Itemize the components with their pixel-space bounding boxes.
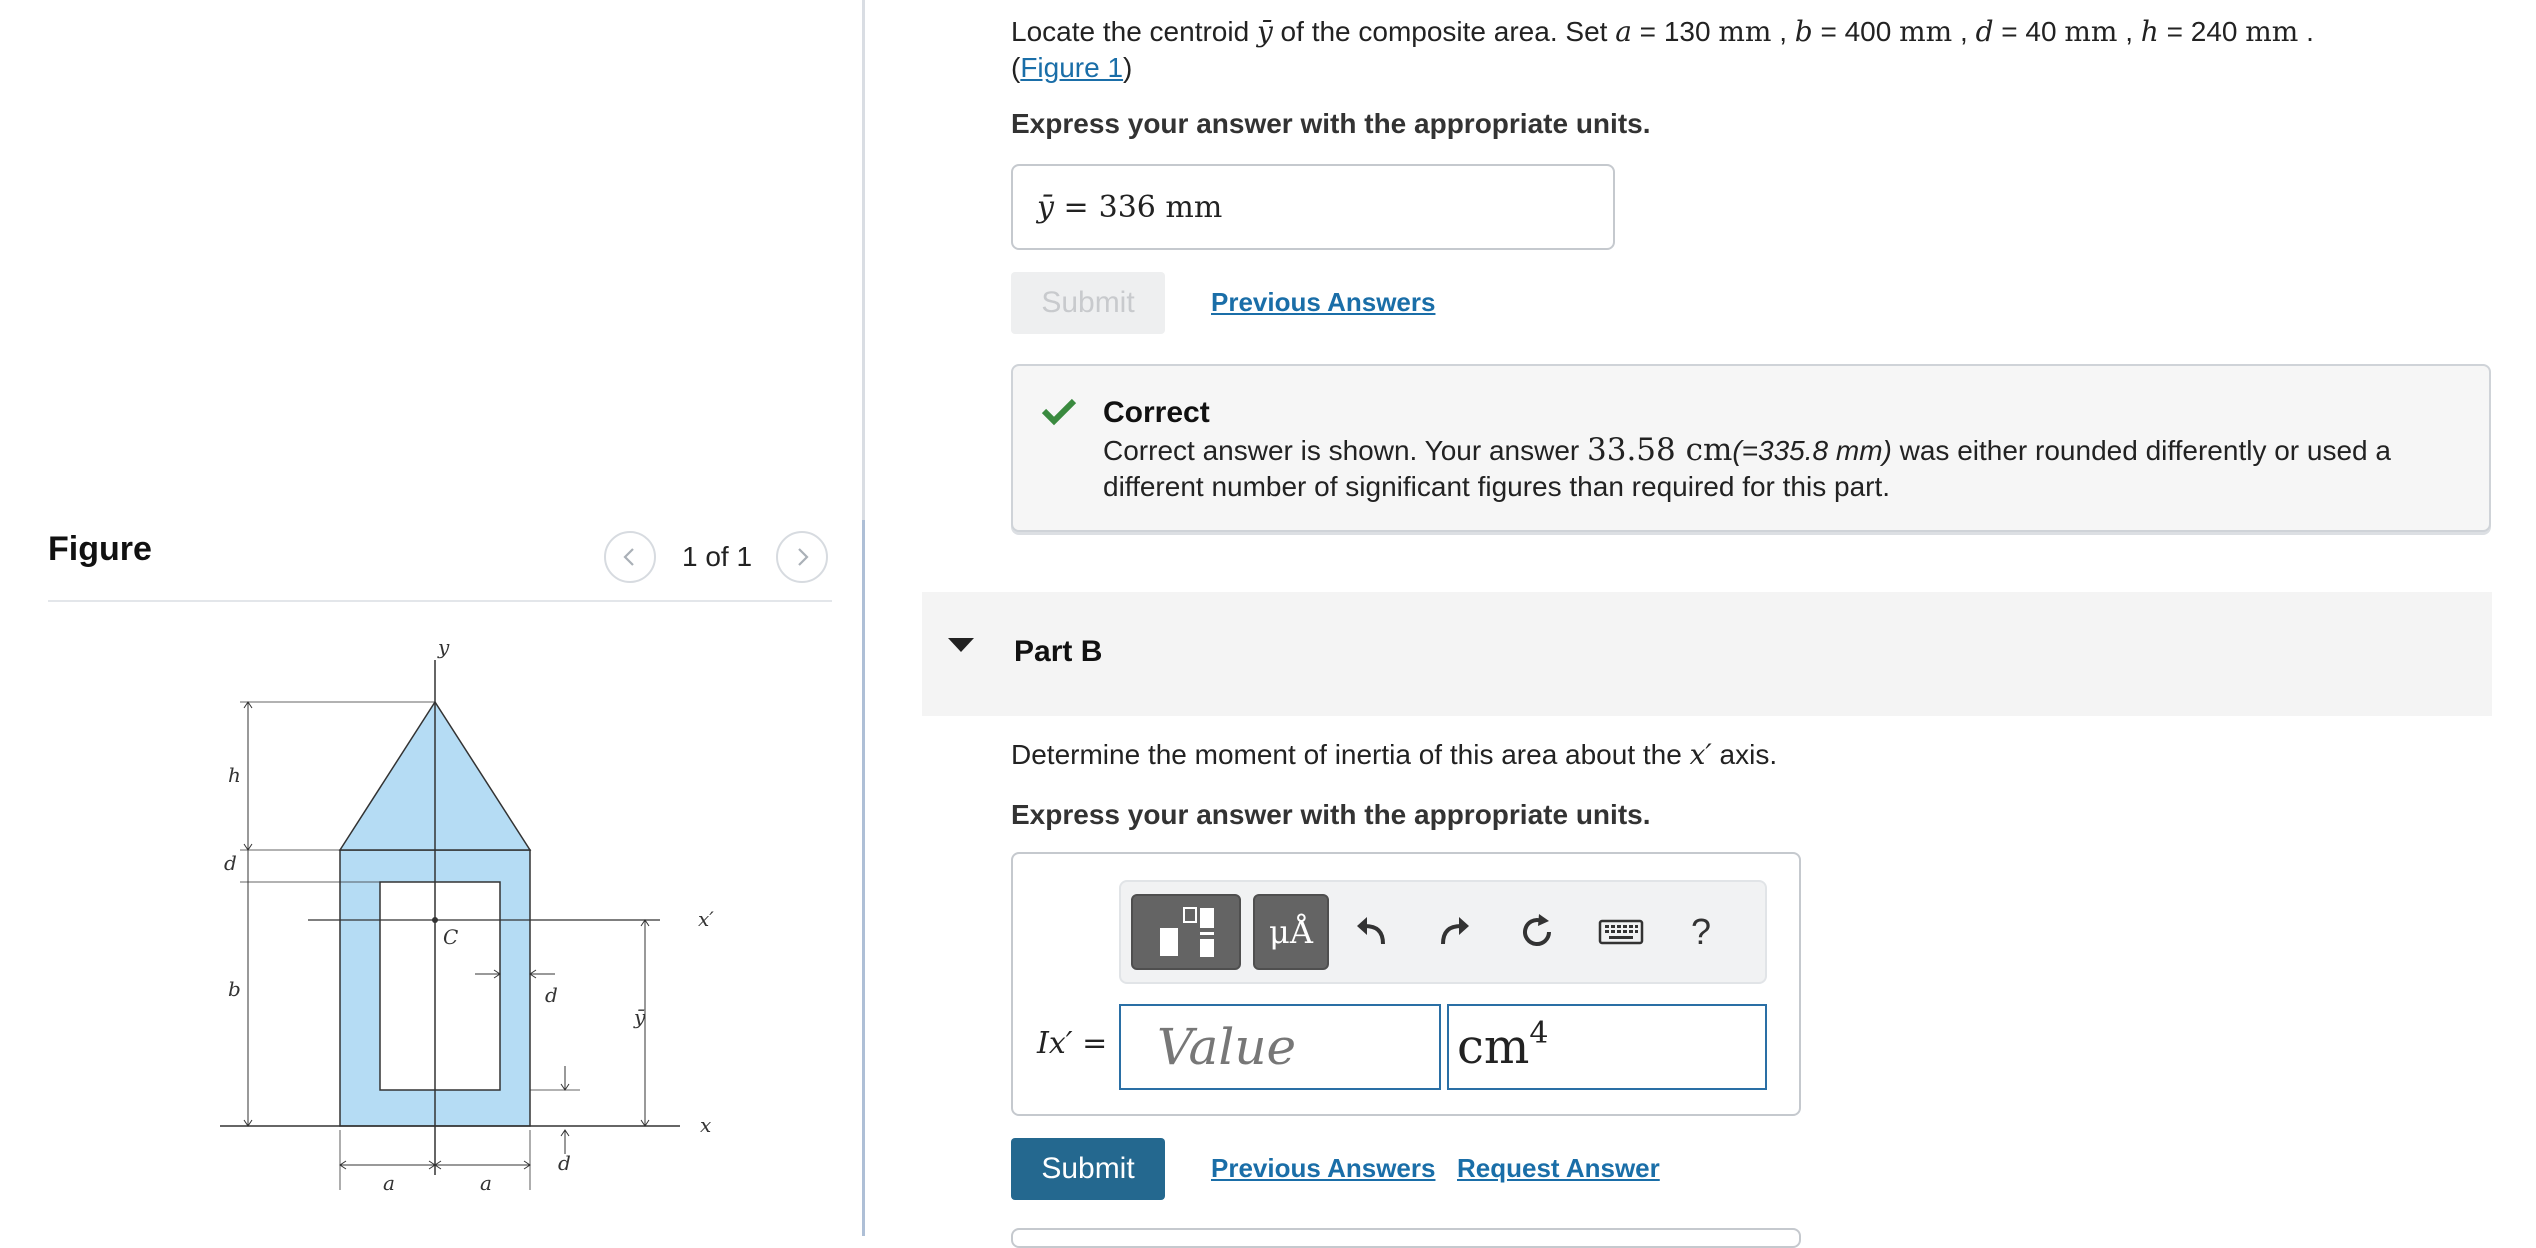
param-b-symbol: b xyxy=(1794,15,1813,48)
paren-open: ( xyxy=(1011,52,1021,83)
label-a-right: a xyxy=(480,1171,492,1195)
param-b-unit: mm xyxy=(1899,15,1953,48)
label-y-axis: y xyxy=(437,635,450,659)
answer-value: 336 mm xyxy=(1098,189,1223,225)
label-centroid: C xyxy=(443,925,458,949)
feedback-body: Correct answer is shown. Your answer 33.… xyxy=(1103,432,2463,505)
feedback-text-1: Correct answer is shown. Your answer xyxy=(1103,435,1587,466)
figure-counter: 1 of 1 xyxy=(682,541,753,572)
figure-heading: Figure xyxy=(48,530,152,568)
part-b-title: Part B xyxy=(1014,635,1103,668)
param-a-symbol: a xyxy=(1615,15,1632,48)
caret-down-icon xyxy=(948,638,974,652)
redo-button[interactable] xyxy=(1423,894,1487,970)
value-input[interactable]: Value xyxy=(1119,1004,1441,1090)
part-b-header[interactable]: Part B xyxy=(922,592,2492,716)
composite-area-figure: y h d b C x′ d ȳ x a a d xyxy=(220,635,714,1195)
param-h-symbol: h xyxy=(2140,15,2159,48)
reset-button[interactable] xyxy=(1505,894,1569,970)
label-y-bar: ȳ xyxy=(633,1005,646,1029)
ybar-symbol: ȳ xyxy=(1256,15,1273,48)
answer-label: ȳ = xyxy=(1037,189,1089,225)
feedback-title: Correct xyxy=(1103,396,1210,429)
keyboard-button[interactable] xyxy=(1589,894,1653,970)
moment-of-inertia-label: Ix′ = xyxy=(1037,1026,1107,1061)
unit-input[interactable]: cm 4 xyxy=(1447,1004,1767,1090)
chevron-right-icon xyxy=(798,548,809,566)
feedback-converted-value: (=335.8 mm) xyxy=(1732,435,1892,466)
question-pane: Locate the centroid ȳ of the composite a… xyxy=(865,0,2536,1248)
inner-cutout xyxy=(379,881,501,1091)
paren-close: ) xyxy=(1123,52,1133,83)
redo-icon xyxy=(1441,917,1469,945)
help-icon: ? xyxy=(1690,911,1712,952)
x-prime-symbol: x′ xyxy=(1689,738,1712,771)
param-h-value: = 240 xyxy=(2158,16,2246,47)
ix-label-text: Ix′ = xyxy=(1037,1026,1108,1061)
label-d-left: d xyxy=(224,851,237,875)
request-answer-link[interactable]: Request Answer xyxy=(1457,1153,1660,1184)
part-a-submit-button-disabled[interactable]: Submit xyxy=(1011,272,1165,334)
figure-1-link[interactable]: Figure 1 xyxy=(1020,52,1123,83)
next-panel-edge xyxy=(1011,1228,1801,1248)
label-x-axis: x xyxy=(700,1113,711,1137)
units-button[interactable]: μÅ xyxy=(1253,894,1329,970)
units-button-label: μÅ xyxy=(1269,913,1313,951)
figure-divider xyxy=(48,600,832,602)
chevron-left-icon xyxy=(623,548,634,566)
templates-button[interactable] xyxy=(1131,894,1241,970)
help-button[interactable]: ? xyxy=(1669,894,1733,970)
param-separator: , xyxy=(1771,16,1795,47)
correct-feedback-panel: Correct Correct answer is shown. Your an… xyxy=(1011,364,2491,532)
centroid-dot xyxy=(432,917,438,923)
part-a-instruction: Express your answer with the appropriate… xyxy=(1011,108,1651,139)
part-a-previous-answers-link[interactable]: Previous Answers xyxy=(1211,287,1435,318)
label-h: h xyxy=(228,763,241,787)
part-b-question-text-2: axis. xyxy=(1711,739,1778,770)
label-b: b xyxy=(228,977,241,1001)
part-a-question: Locate the centroid ȳ of the composite a… xyxy=(1011,14,2536,86)
part-b-question-text-1: Determine the moment of inertia of this … xyxy=(1011,739,1690,770)
param-b-value: = 400 xyxy=(1812,16,1900,47)
part-b-previous-answers-link[interactable]: Previous Answers xyxy=(1211,1153,1435,1184)
param-terminator: . xyxy=(2298,16,2314,47)
undo-button[interactable] xyxy=(1339,894,1403,970)
next-figure-button[interactable] xyxy=(776,531,828,583)
label-d-bottom: d xyxy=(558,1151,571,1175)
label-x-prime: x′ xyxy=(698,907,714,931)
part-a-answer-display: ȳ = 336 mm xyxy=(1011,164,1615,250)
previous-figure-button[interactable] xyxy=(604,531,656,583)
fraction-template-icon xyxy=(1160,907,1214,957)
undo-icon xyxy=(1357,917,1385,945)
q-mid-text: of the composite area. Set xyxy=(1272,16,1616,47)
param-h-unit: mm xyxy=(2245,15,2299,48)
unit-text: cm xyxy=(1457,1019,1530,1075)
answer-editor: μÅ ? Ix′ = Value cm 4 xyxy=(1011,852,1801,1116)
figure-pane: Figure 1 of 1 y h d b C x′ d ȳ x a a d xyxy=(0,0,862,1236)
math-toolbar: μÅ ? xyxy=(1119,880,1767,984)
q-prefix-text: Locate the centroid xyxy=(1011,16,1257,47)
param-separator: , xyxy=(1952,16,1976,47)
param-d-symbol: d xyxy=(1975,15,1994,48)
feedback-answer-value: 33.58 cm xyxy=(1587,432,1733,468)
part-b-question: Determine the moment of inertia of this … xyxy=(1011,738,1777,771)
reset-icon xyxy=(1523,914,1551,946)
checkmark-icon xyxy=(1041,398,1077,426)
param-a-value: = 130 xyxy=(1631,16,1719,47)
part-b-instruction: Express your answer with the appropriate… xyxy=(1011,799,1651,830)
keyboard-icon xyxy=(1598,919,1644,945)
param-d-value: = 40 xyxy=(1993,16,2065,47)
param-separator: , xyxy=(2117,16,2141,47)
param-a-unit: mm xyxy=(1718,15,1772,48)
label-d-inner: d xyxy=(545,983,558,1007)
param-d-unit: mm xyxy=(2064,15,2118,48)
unit-exponent: 4 xyxy=(1529,1015,1549,1051)
label-a-left: a xyxy=(383,1171,395,1195)
part-b-submit-button[interactable]: Submit xyxy=(1011,1138,1165,1200)
